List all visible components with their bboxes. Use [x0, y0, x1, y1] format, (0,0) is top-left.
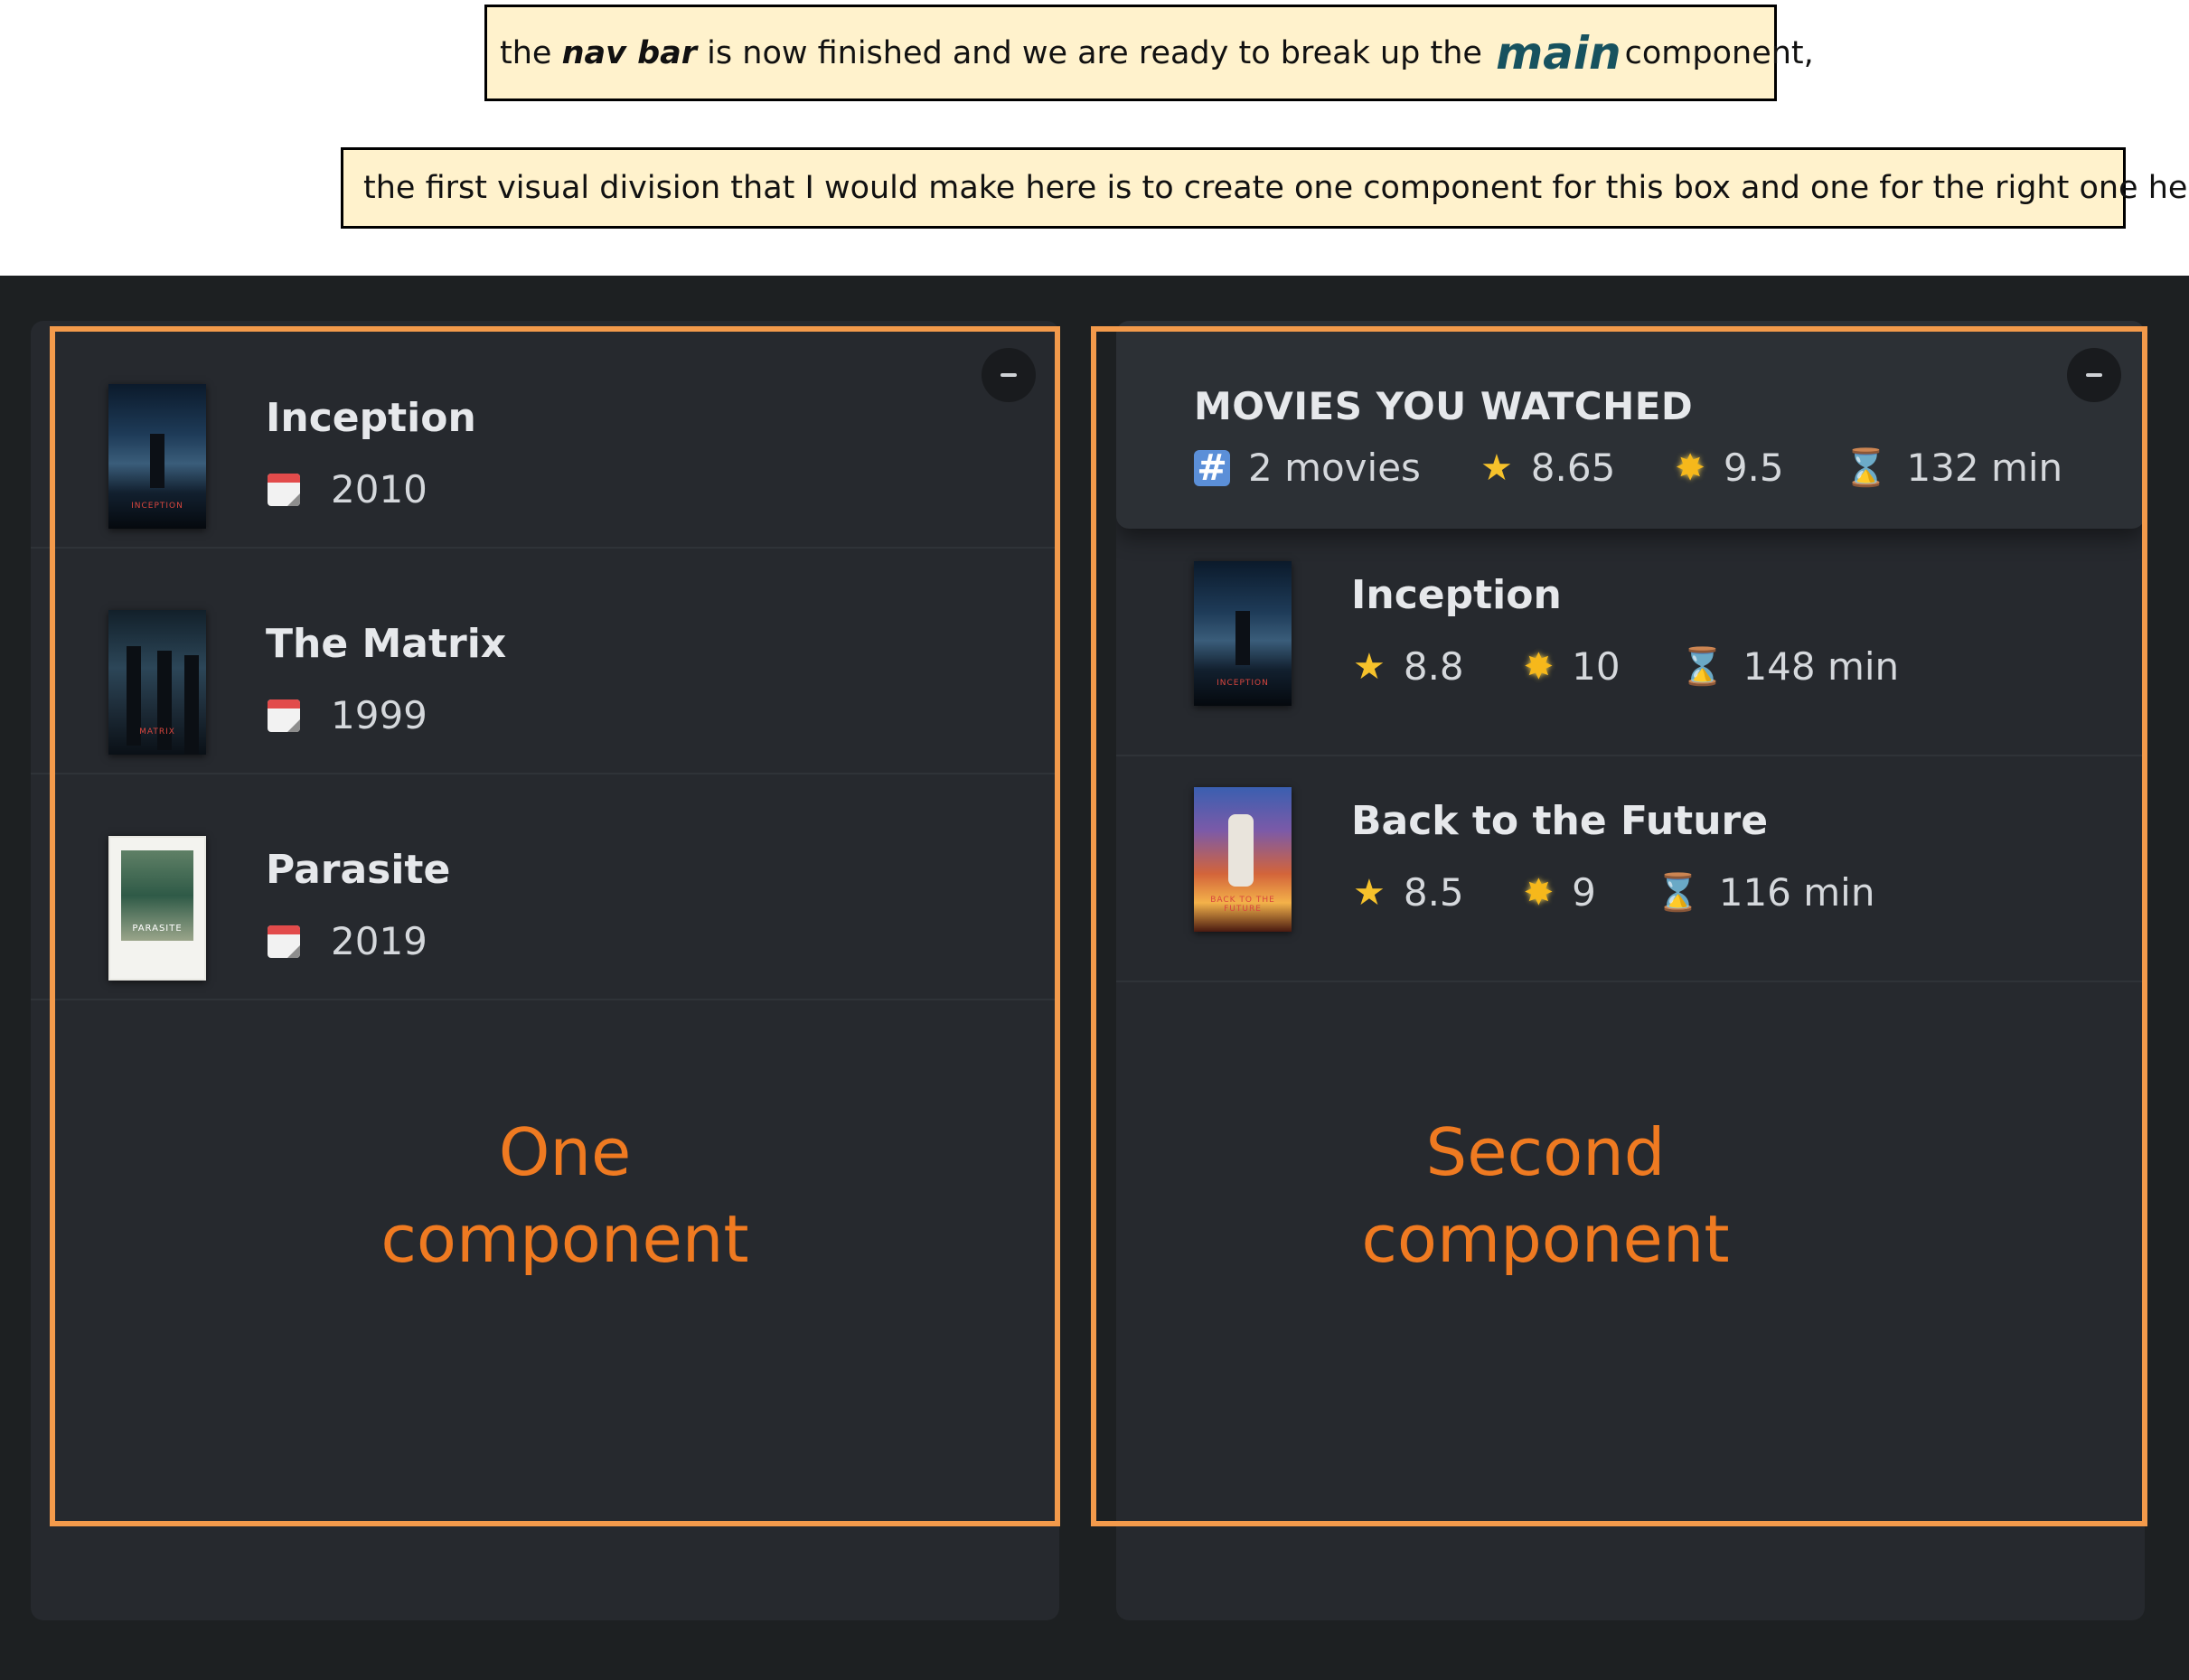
note-text-main: main [1496, 26, 1621, 80]
component-label-right: Second component [1347, 1109, 1744, 1282]
component-label-left-line1: One [498, 1114, 632, 1190]
parasite-poster: PARASITE [108, 836, 206, 981]
calendar-icon [268, 473, 300, 506]
inception-poster: INCEPTION [108, 384, 206, 529]
watched-imdb-rating-value: 8.8 [1403, 644, 1464, 689]
back-to-the-future-poster: BACK TO THE FUTURE [1194, 787, 1292, 932]
watched-item[interactable]: INCEPTION Inception ★ 8.8 ✸ 10 ⌛ 148 min [1116, 529, 2145, 756]
summary-count: # 2 movies [1194, 446, 1421, 490]
watched-runtime-value: 116 min [1718, 870, 1875, 915]
watched-runtime-value: 148 min [1743, 644, 1900, 689]
component-label-right-line2: component [1361, 1201, 1730, 1277]
watched-imdb-rating: ★ 8.5 [1353, 870, 1464, 915]
component-label-left-line2: component [380, 1201, 749, 1277]
watched-item[interactable]: BACK TO THE FUTURE Back to the Future ★ … [1116, 755, 2145, 982]
star-icon: ★ [1353, 645, 1386, 688]
summary-title: MOVIES YOU WATCHED [1194, 384, 1694, 428]
summary-imdb-rating-value: 8.65 [1530, 446, 1616, 490]
movie-title: Inception [266, 395, 476, 441]
movie-year-value: 1999 [331, 693, 427, 737]
watched-imdb-rating-value: 8.5 [1403, 870, 1464, 915]
watched-user-rating: ✸ 10 [1524, 644, 1621, 689]
movie-year-value: 2019 [331, 919, 427, 963]
note-text-part3: component, [1624, 34, 1814, 71]
calendar-icon [268, 699, 300, 732]
watched-runtime: ⌛ 148 min [1680, 644, 1900, 689]
collapse-watched-button[interactable] [2067, 348, 2121, 402]
note-text-part1: the [500, 34, 562, 71]
movie-year: 2019 [268, 919, 427, 963]
watched-title: Back to the Future [1351, 798, 1769, 844]
hourglass-icon: ⌛ [1679, 645, 1725, 688]
collapse-movie-list-button[interactable] [982, 348, 1036, 402]
movie-list-item[interactable]: MATRIX The Matrix 1999 [31, 547, 1059, 774]
inception-poster: INCEPTION [1194, 561, 1292, 706]
watched-stats: ★ 8.5 ✸ 9 ⌛ 116 min [1353, 870, 1934, 915]
star-icon: ★ [1353, 871, 1386, 914]
movie-title: Parasite [266, 847, 451, 893]
hourglass-icon: ⌛ [1655, 871, 1701, 914]
note-text-part2: is now finished and we are ready to brea… [697, 34, 1493, 71]
watched-user-rating-value: 10 [1572, 644, 1621, 689]
calendar-icon [268, 924, 300, 958]
glowing-star-icon: ✸ [1675, 446, 1705, 489]
movie-title: The Matrix [266, 621, 507, 667]
watched-user-rating-value: 9 [1572, 870, 1596, 915]
watched-runtime: ⌛ 116 min [1656, 870, 1875, 915]
summary-user-rating-value: 9.5 [1723, 446, 1784, 490]
movie-year: 2010 [268, 467, 427, 512]
summary-user-rating: ✸ 9.5 [1675, 446, 1783, 490]
summary-stats: # 2 movies ★ 8.65 ✸ 9.5 ⌛ 132 min [1194, 446, 2062, 490]
watched-imdb-rating: ★ 8.8 [1353, 644, 1464, 689]
movie-year: 1999 [268, 693, 427, 737]
watched-summary: MOVIES YOU WATCHED # 2 movies ★ 8.65 ✸ 9… [1116, 321, 2145, 529]
annotation-note-division: the first visual division that I would m… [341, 147, 2189, 229]
component-label-left: One component [362, 1109, 768, 1282]
component-label-right-line1: Second [1425, 1114, 1666, 1190]
movie-list-item[interactable]: INCEPTION Inception 2010 [31, 321, 1059, 549]
summary-count-value: 2 movies [1248, 446, 1421, 490]
movie-year-value: 2010 [331, 467, 427, 512]
watched-title: Inception [1351, 572, 1562, 618]
matrix-poster: MATRIX [108, 610, 206, 755]
hourglass-icon: ⌛ [1843, 446, 1889, 489]
summary-runtime: ⌛ 132 min [1844, 446, 2063, 490]
note-text-nav-bar: nav bar [561, 34, 698, 71]
hash-icon: # [1194, 449, 1230, 486]
summary-imdb-rating: ★ 8.65 [1480, 446, 1615, 490]
movie-list-item[interactable]: PARASITE Parasite 2019 [31, 773, 1059, 1000]
note-text-division: the first visual division that I would m… [363, 170, 2189, 206]
glowing-star-icon: ✸ [1523, 871, 1555, 914]
watched-stats: ★ 8.8 ✸ 10 ⌛ 148 min [1353, 644, 1959, 689]
main-area: INCEPTION Inception 2010 MATRIX The Matr… [0, 276, 2189, 1680]
minus-icon [2086, 373, 2102, 377]
annotation-note-main: the nav bar is now finished and we are r… [484, 5, 1814, 101]
watched-box: MOVIES YOU WATCHED # 2 movies ★ 8.65 ✸ 9… [1116, 321, 2145, 1620]
watched-user-rating: ✸ 9 [1524, 870, 1596, 915]
summary-runtime-value: 132 min [1906, 446, 2063, 490]
glowing-star-icon: ✸ [1523, 645, 1555, 688]
movie-list-box: INCEPTION Inception 2010 MATRIX The Matr… [31, 321, 1059, 1620]
star-icon: ★ [1480, 446, 1513, 489]
minus-icon [1001, 373, 1017, 377]
